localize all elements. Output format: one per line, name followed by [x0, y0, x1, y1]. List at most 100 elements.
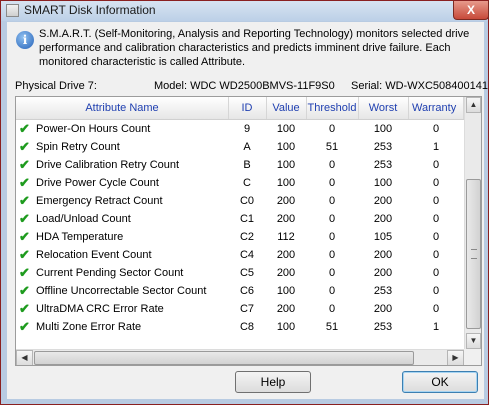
attribute-id: B — [243, 159, 251, 171]
title-bar[interactable]: SMART Disk Information X — [1, 1, 489, 21]
attribute-name: Drive Calibration Retry Count — [36, 159, 180, 171]
grip-icon — [471, 249, 477, 259]
attribute-threshold: 0 — [328, 285, 336, 297]
table-row[interactable]: ✔ Drive Power Cycle Count C 100 0 100 0 — [16, 174, 464, 192]
attribute-worst: 253 — [373, 285, 393, 297]
attribute-worst: 105 — [373, 231, 393, 243]
attribute-worst: 100 — [373, 123, 393, 135]
attribute-value: 100 — [276, 285, 296, 297]
table-row[interactable]: ✔ Load/Unload Count C1 200 0 200 0 — [16, 210, 464, 228]
table-row[interactable]: ✔ Drive Calibration Retry Count B 100 0 253 0 — [16, 156, 464, 174]
dialog-window: SMART Disk Information X i S.M.A.R.T. (S… — [0, 0, 489, 405]
close-button[interactable]: X — [453, 1, 489, 20]
horizontal-scrollbar[interactable]: ◀ ▶ — [16, 349, 464, 365]
table-row[interactable]: ✔ Current Pending Sector Count C5 200 0 200 0 — [16, 264, 464, 282]
table-row[interactable]: ✔ Offline Uncorrectable Sector Count C6 100… — [16, 282, 464, 300]
help-button[interactable]: Help — [235, 371, 311, 393]
check-icon: ✔ — [19, 319, 30, 334]
check-icon: ✔ — [19, 121, 30, 136]
column-header-warranty[interactable]: Warranty — [408, 97, 464, 119]
attribute-id: C4 — [239, 249, 255, 261]
attribute-value: 100 — [276, 159, 296, 171]
attribute-name-cell: ✔ UltraDMA CRC Error Rate — [16, 300, 228, 318]
attribute-name: Multi Zone Error Rate — [36, 321, 142, 333]
attribute-threshold: 0 — [328, 195, 336, 207]
horizontal-scroll-thumb[interactable] — [34, 351, 414, 365]
attribute-threshold: 0 — [328, 159, 336, 171]
window-title: SMART Disk Information — [24, 3, 156, 17]
attribute-id: C5 — [239, 267, 255, 279]
column-header-attribute-name[interactable]: Attribute Name — [16, 97, 229, 119]
table-row[interactable]: ✔ Emergency Retract Count C0 200 0 200 0 — [16, 192, 464, 210]
vertical-scrollbar[interactable]: ▲ ▼ — [464, 97, 481, 349]
scroll-down-icon[interactable]: ▼ — [466, 333, 481, 349]
attribute-worst: 253 — [373, 321, 393, 333]
attribute-name: UltraDMA CRC Error Rate — [36, 303, 164, 315]
check-icon: ✔ — [19, 211, 30, 226]
attribute-threshold: 0 — [328, 177, 336, 189]
check-icon: ✔ — [19, 301, 30, 316]
attribute-value: 200 — [276, 213, 296, 225]
column-header-id[interactable]: ID — [228, 97, 267, 119]
table-row[interactable]: ✔ Multi Zone Error Rate C8 100 51 253 1 — [16, 318, 464, 336]
attribute-value: 112 — [277, 231, 295, 243]
attributes-table[interactable]: Attribute Name ID Value Threshold Worst … — [15, 96, 482, 366]
table-row[interactable]: ✔ Relocation Event Count C4 200 0 200 0 — [16, 246, 464, 264]
attribute-worst: 100 — [373, 177, 393, 189]
attribute-warranty: 0 — [432, 159, 440, 171]
attribute-value: 100 — [276, 177, 296, 189]
attribute-value: 200 — [276, 303, 296, 315]
attribute-warranty: 0 — [432, 213, 440, 225]
info-icon: i — [16, 31, 34, 49]
scroll-up-icon[interactable]: ▲ — [466, 97, 481, 113]
scroll-left-icon[interactable]: ◀ — [16, 350, 33, 365]
scroll-right-icon[interactable]: ▶ — [447, 350, 464, 365]
check-icon: ✔ — [19, 193, 30, 208]
table-row[interactable]: ✔ Spin Retry Count A 100 51 253 1 — [16, 138, 464, 156]
attribute-worst: 253 — [373, 141, 393, 153]
attribute-threshold: 0 — [328, 213, 336, 225]
attribute-value: 100 — [276, 123, 296, 135]
attribute-worst: 200 — [373, 249, 393, 261]
attribute-name: Power-On Hours Count — [36, 123, 151, 135]
table-row[interactable]: ✔ Power-On Hours Count 9 100 0 100 0 — [16, 120, 464, 138]
attribute-name-cell: ✔ Drive Power Cycle Count — [16, 174, 228, 192]
attribute-threshold: 51 — [325, 141, 339, 153]
attribute-name-cell: ✔ Power-On Hours Count — [16, 120, 228, 138]
attribute-value: 100 — [276, 141, 296, 153]
attribute-warranty: 0 — [432, 195, 440, 207]
check-icon: ✔ — [19, 229, 30, 244]
check-icon: ✔ — [19, 265, 30, 280]
attribute-name: Load/Unload Count — [36, 213, 131, 225]
attribute-name-cell: ✔ Spin Retry Count — [16, 138, 228, 156]
check-icon: ✔ — [19, 247, 30, 262]
attribute-warranty: 0 — [432, 231, 440, 243]
attribute-id: C0 — [239, 195, 255, 207]
attribute-warranty: 1 — [432, 321, 440, 333]
attribute-warranty: 0 — [432, 177, 440, 189]
description-text: S.M.A.R.T. (Self-Monitoring, Analysis an… — [39, 28, 470, 68]
ok-button[interactable]: OK — [402, 371, 478, 393]
attribute-id: C8 — [239, 321, 255, 333]
attribute-worst: 200 — [373, 303, 393, 315]
serial-label: Serial: WD-WXC508400141 — [351, 80, 488, 92]
attribute-id: C7 — [239, 303, 255, 315]
attribute-id: C6 — [239, 285, 255, 297]
table-row[interactable]: ✔ HDA Temperature C2 112 0 105 0 — [16, 228, 464, 246]
column-header-threshold[interactable]: Threshold — [306, 97, 359, 119]
attribute-threshold: 51 — [325, 321, 339, 333]
attribute-warranty: 0 — [432, 303, 440, 315]
attribute-name: Spin Retry Count — [36, 141, 120, 153]
attribute-threshold: 0 — [328, 267, 336, 279]
attribute-warranty: 0 — [432, 285, 440, 297]
scroll-corner — [464, 349, 481, 365]
attribute-worst: 253 — [373, 159, 393, 171]
attribute-id: 9 — [243, 123, 251, 135]
table-row[interactable]: ✔ UltraDMA CRC Error Rate C7 200 0 200 0 — [16, 300, 464, 318]
check-icon: ✔ — [19, 157, 30, 172]
column-header-worst[interactable]: Worst — [358, 97, 409, 119]
attribute-name: Emergency Retract Count — [36, 195, 163, 207]
column-header-value[interactable]: Value — [266, 97, 307, 119]
dialog-content: i S.M.A.R.T. (Self-Monitoring, Analysis … — [7, 22, 488, 399]
vertical-scroll-thumb[interactable] — [466, 179, 481, 329]
